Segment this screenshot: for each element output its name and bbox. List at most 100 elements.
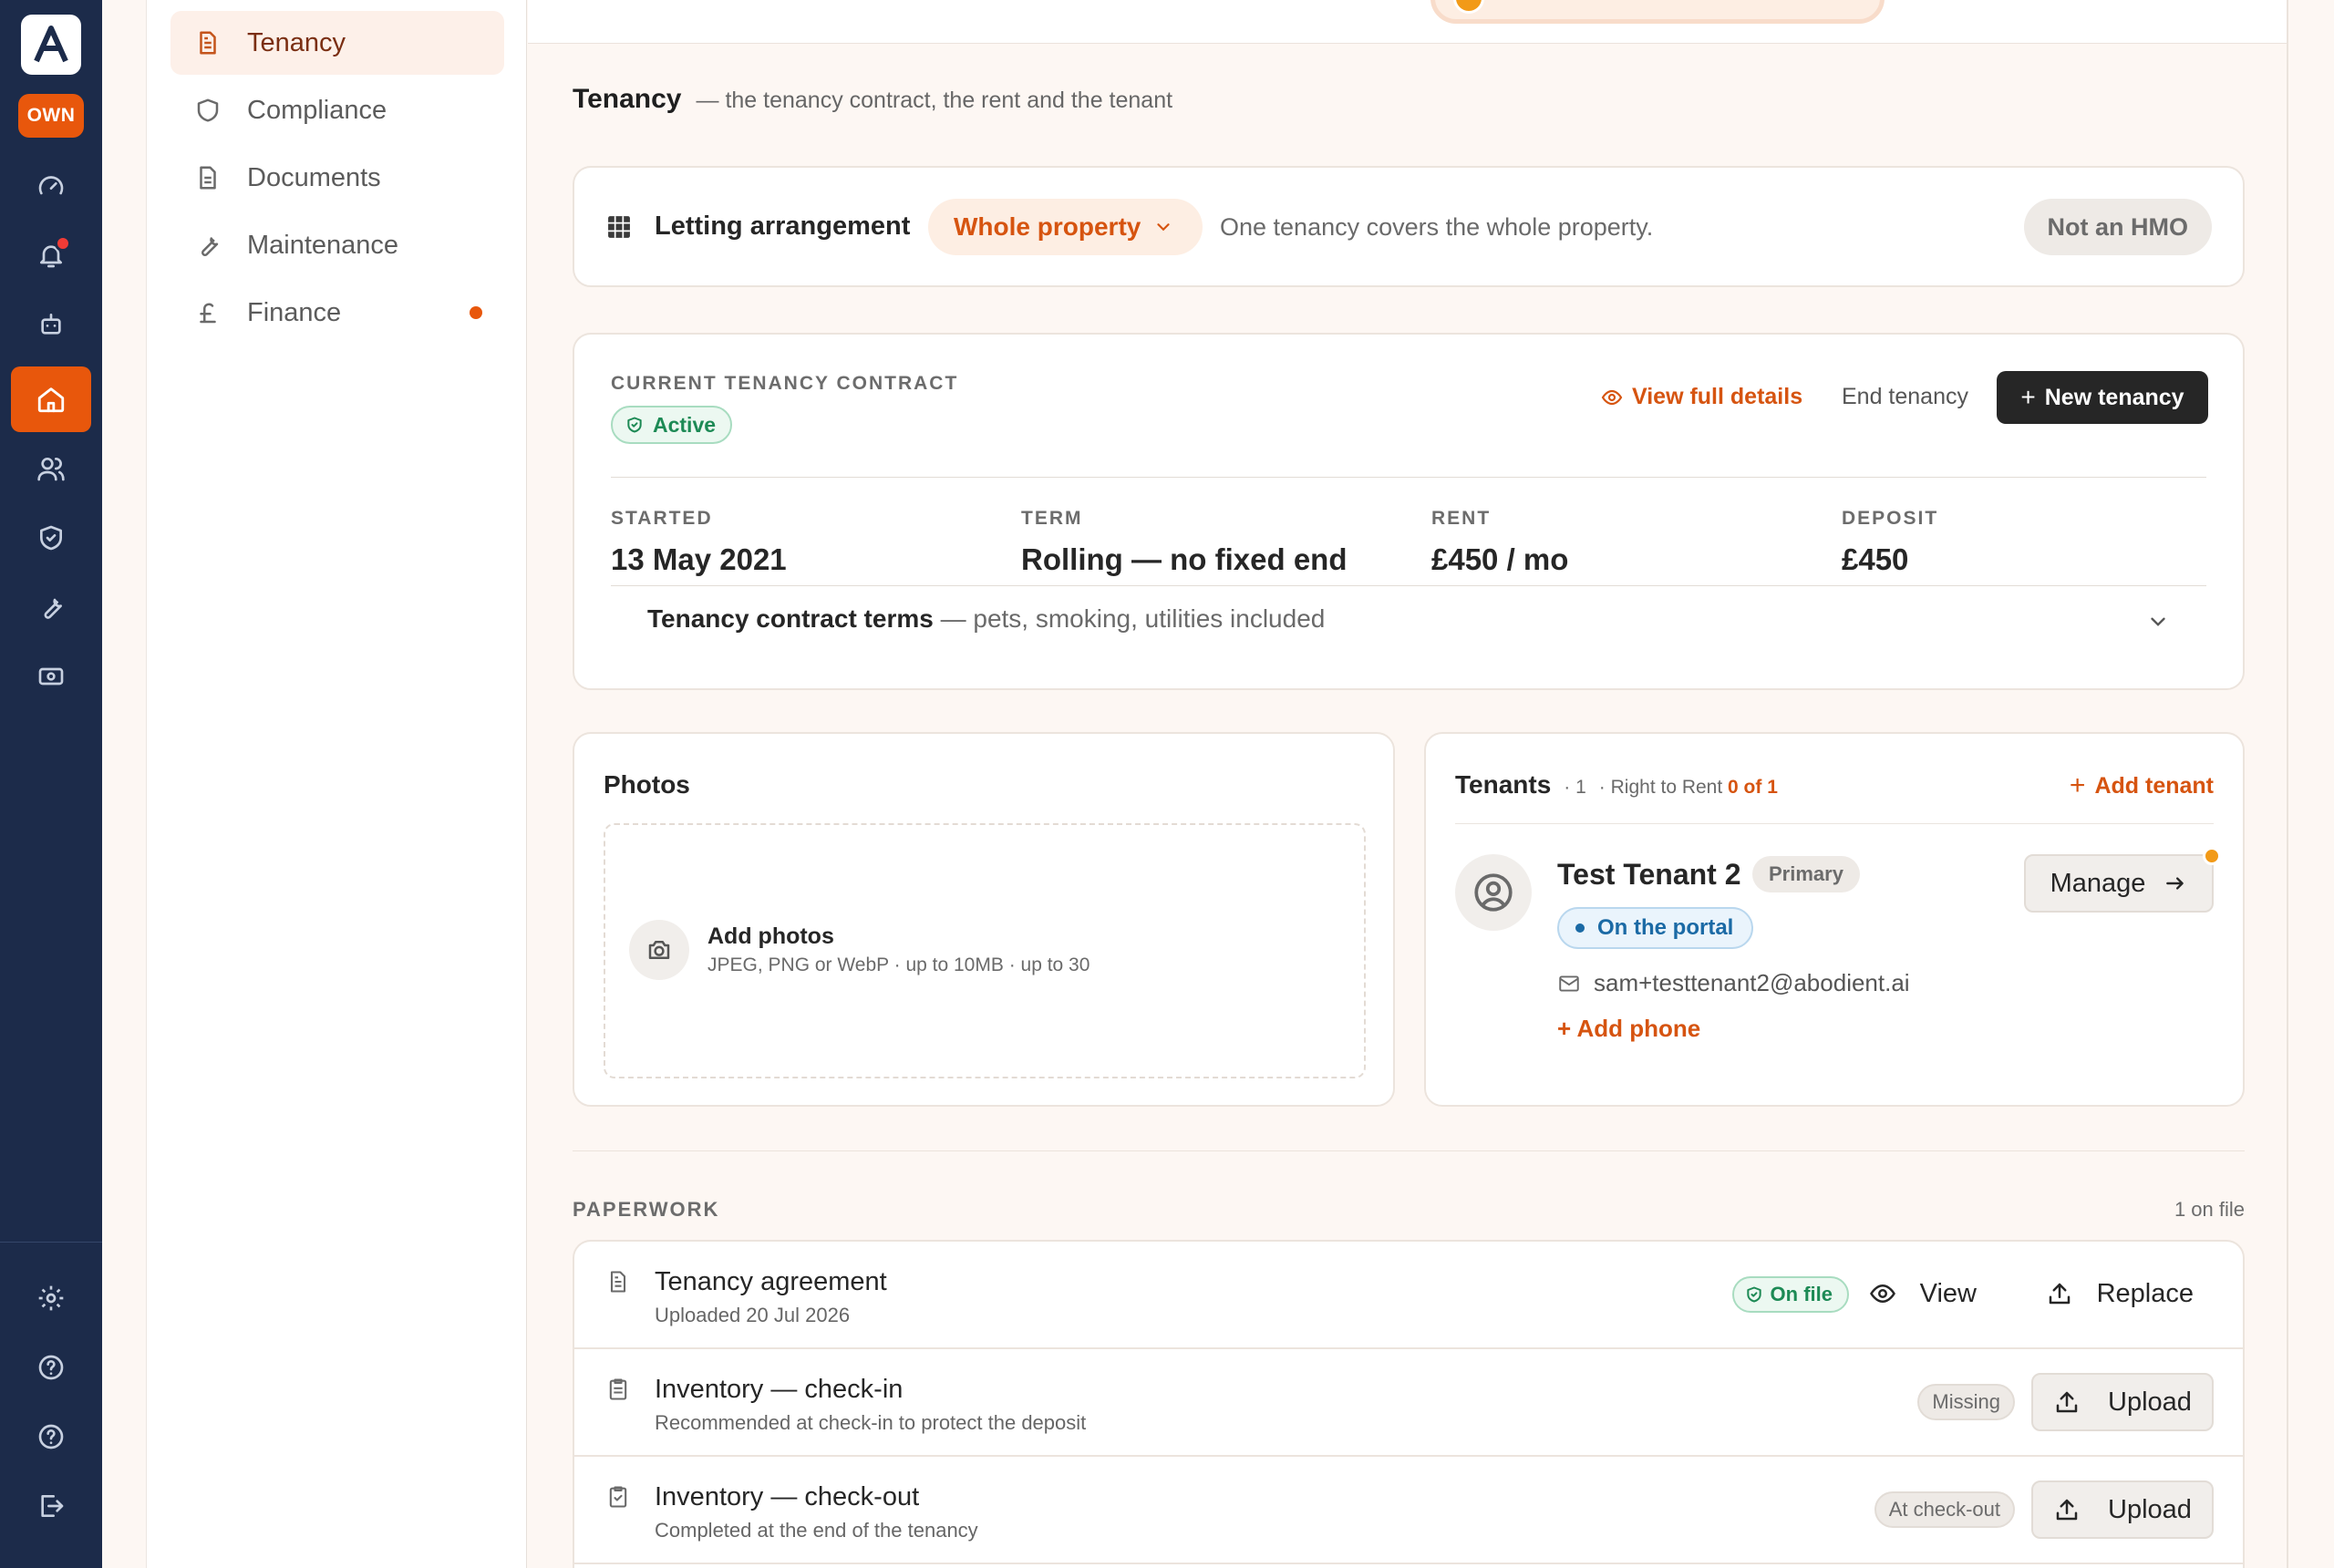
subnav-item-finance[interactable]: Finance xyxy=(170,281,504,345)
top-status-pill[interactable] xyxy=(1430,0,1885,24)
mail-icon xyxy=(1559,975,1579,992)
logo-a-icon xyxy=(34,26,68,63)
subnav-item-maintenance[interactable]: Maintenance xyxy=(170,213,504,277)
people-nav[interactable] xyxy=(26,443,77,494)
subnav-item-compliance[interactable]: Compliance xyxy=(170,78,504,142)
maintenance-nav[interactable] xyxy=(26,582,77,633)
clipboard-check-icon xyxy=(609,1486,627,1508)
add-tenant-label: Add tenant xyxy=(2094,772,2214,799)
plus-icon: + xyxy=(2069,770,2086,800)
letting-select[interactable]: Whole property xyxy=(928,199,1203,255)
upload-icon xyxy=(2056,1391,2078,1413)
photos-title: Photos xyxy=(604,770,690,799)
status-coin-icon xyxy=(1453,0,1484,14)
paperwork-title: Inventory — check-in xyxy=(655,1375,904,1404)
home-icon xyxy=(37,387,65,413)
tenancy-contract-card: CURRENT TENANCY CONTRACT Active View ful… xyxy=(573,333,2245,690)
finance-nav[interactable] xyxy=(26,651,77,702)
status-dot xyxy=(1575,923,1585,933)
stat-deposit: DEPOSIT £450 xyxy=(1842,508,1938,577)
status-badge: On file xyxy=(1731,1276,1849,1313)
upload-button[interactable]: Upload xyxy=(2031,1480,2214,1539)
view-full-details-label: View full details xyxy=(1632,384,1803,409)
paperwork-subtitle: Recommended at check-in to protect the d… xyxy=(655,1411,1087,1434)
contract-terms-toggle[interactable]: Tenancy contract terms — pets, smoking, … xyxy=(647,604,1325,634)
chevron-down-icon xyxy=(1157,223,1170,232)
paperwork-title: Inventory — check-out xyxy=(655,1482,920,1511)
replace-document-button[interactable]: Replace xyxy=(2046,1271,2194,1316)
manage-alert-dot xyxy=(2203,847,2221,865)
subnav-label: Maintenance xyxy=(247,230,399,260)
hmo-badge: Not an HMO xyxy=(2023,199,2212,255)
manage-label: Manage xyxy=(2050,868,2146,898)
subnav-label: Tenancy xyxy=(247,27,346,57)
letting-selected: Whole property xyxy=(954,212,1141,241)
logout-icon xyxy=(41,1495,64,1517)
end-tenancy-button[interactable]: End tenancy xyxy=(1842,384,1968,410)
terms-title: Tenancy contract terms xyxy=(647,604,934,633)
assistant-nav[interactable] xyxy=(26,299,77,350)
divider xyxy=(1455,823,2214,824)
robot-icon xyxy=(41,314,61,335)
avatar xyxy=(1455,854,1532,931)
properties-nav[interactable] xyxy=(11,366,91,432)
paperwork-caption: PAPERWORK xyxy=(573,1198,720,1221)
tenants-card: Tenants · 1 · Right to Rent 0 of 1 + Add… xyxy=(1424,732,2245,1107)
list-item: Tenancy agreement Uploaded 20 Jul 2026 O… xyxy=(574,1242,2243,1349)
app-logo[interactable] xyxy=(21,15,81,75)
logout-nav[interactable] xyxy=(26,1480,77,1532)
subnav-label: Finance xyxy=(247,297,342,327)
upload-label: Upload xyxy=(2108,1387,2192,1417)
upload-icon xyxy=(2056,1499,2078,1521)
list-item: Inventory — check-out Completed at the e… xyxy=(574,1457,2243,1564)
wrench-icon xyxy=(201,237,219,257)
file-text-icon xyxy=(610,1271,626,1293)
banknote-icon xyxy=(38,667,64,686)
add-tenant-button[interactable]: + Add tenant xyxy=(2070,770,2214,801)
list-item: Inventory — check-in Recommended at chec… xyxy=(574,1349,2243,1457)
subnav-item-documents[interactable]: Documents xyxy=(170,146,504,210)
portal-status-label: On the portal xyxy=(1597,915,1734,940)
eye-icon xyxy=(1601,389,1623,405)
users-icon xyxy=(37,458,65,481)
settings-icon xyxy=(38,1285,64,1311)
tenant-email: sam+testtenant2@abodient.ai xyxy=(1557,969,1910,997)
status-badge: Active xyxy=(611,406,733,444)
subnav-label: Documents xyxy=(247,162,381,192)
dashboard-nav[interactable] xyxy=(26,160,77,211)
stat-value: Rolling — no fixed end xyxy=(1021,542,1348,576)
notifications-nav[interactable] xyxy=(26,230,77,281)
view-full-details-link[interactable]: View full details xyxy=(1601,384,1802,410)
wrench-icon xyxy=(44,598,62,619)
stat-started: STARTED 13 May 2021 xyxy=(611,508,787,577)
stat-value: 13 May 2021 xyxy=(611,542,787,576)
tenants-count: · 1 xyxy=(1564,777,1586,798)
upload-button[interactable]: Upload xyxy=(2031,1373,2214,1431)
property-subnav: Tenancy Compliance Documents Maintenance… xyxy=(146,0,527,1568)
photo-dropzone[interactable]: Add photos JPEG, PNG or WebP · up to 10M… xyxy=(604,823,1366,1078)
upload-label: Upload xyxy=(2108,1494,2192,1524)
tenants-title: Tenants xyxy=(1455,770,1552,799)
subnav-item-tenancy[interactable]: Tenancy xyxy=(170,11,504,75)
grid-icon xyxy=(608,216,630,238)
new-tenancy-button[interactable]: + New tenancy xyxy=(1997,371,2208,424)
mode-badge[interactable]: OWN xyxy=(18,94,84,138)
rtr-value: 0 of 1 xyxy=(1728,777,1778,798)
view-document-button[interactable]: View xyxy=(1869,1271,1977,1316)
add-photos-hint: JPEG, PNG or WebP · up to 10MB · up to 3… xyxy=(707,954,1090,975)
pound-icon xyxy=(200,303,216,324)
compliance-nav[interactable] xyxy=(26,512,77,563)
add-phone-link[interactable]: + Add phone xyxy=(1557,1015,1700,1043)
support-nav[interactable] xyxy=(26,1411,77,1462)
settings-nav[interactable] xyxy=(26,1273,77,1324)
app-rail: OWN xyxy=(0,0,102,1568)
status-label: Active xyxy=(653,412,717,437)
plus-icon: + xyxy=(2020,383,2036,411)
stat-label: RENT xyxy=(1431,508,1492,529)
paperwork-subtitle: Completed at the end of the tenancy xyxy=(655,1519,978,1542)
shield-check-icon xyxy=(1746,1286,1761,1303)
help-nav[interactable] xyxy=(26,1342,77,1393)
manage-tenant-button[interactable]: Manage xyxy=(2024,854,2214,913)
page-title: Tenancy xyxy=(573,84,682,114)
divider xyxy=(611,585,2206,586)
